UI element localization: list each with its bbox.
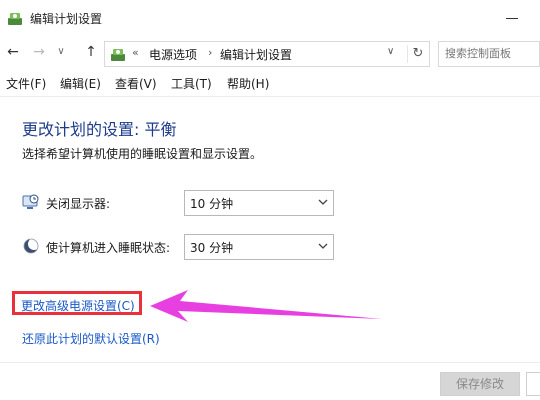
back-arrow-icon[interactable]: ← <box>4 43 22 61</box>
breadcrumb-separator-icon[interactable]: › <box>208 46 212 59</box>
cancel-button[interactable] <box>526 372 540 396</box>
menu-divider <box>0 96 540 97</box>
search-box[interactable] <box>438 41 540 67</box>
breadcrumb-power-options[interactable]: 电源选项 <box>149 46 197 63</box>
menu-tools[interactable]: 工具(T) <box>171 75 212 92</box>
menu-help[interactable]: 帮助(H) <box>227 75 269 92</box>
navigation-row: ← → ∨ ↑ « 电源选项 › 编辑计划设置 ∨ ↻ <box>0 36 540 70</box>
display-off-select[interactable]: 10 分钟 <box>184 190 334 216</box>
refresh-icon[interactable]: ↻ <box>407 45 428 63</box>
sleep-label: 使计算机进入睡眠状态: <box>46 241 171 255</box>
display-off-label: 关闭显示器: <box>46 197 111 211</box>
address-dropdown-icon[interactable]: ∨ <box>387 46 394 57</box>
minimize-button[interactable] <box>492 4 532 32</box>
menu-bar: 文件(F) 编辑(E) 查看(V) 工具(T) 帮助(H) <box>0 72 540 94</box>
save-changes-button[interactable]: 保存修改 <box>440 372 520 396</box>
annotation-arrow-icon <box>150 290 382 322</box>
sleep-select[interactable]: 30 分钟 <box>184 234 334 260</box>
overflow-chevron-icon[interactable]: « <box>132 46 139 59</box>
address-bar[interactable]: « 电源选项 › 编辑计划设置 ∨ ↻ <box>104 41 430 67</box>
footer-divider <box>0 362 540 363</box>
breadcrumb-edit-plan-settings[interactable]: 编辑计划设置 <box>220 46 292 63</box>
chevron-down-icon <box>318 243 328 249</box>
page-subtitle: 选择希望计算机使用的睡眠设置和显示设置。 <box>22 147 263 161</box>
restore-defaults-link[interactable]: 还原此计划的默认设置(R) <box>22 330 160 347</box>
search-input[interactable] <box>445 43 537 63</box>
menu-edit[interactable]: 编辑(E) <box>60 75 101 92</box>
moon-sleep-icon <box>23 238 40 254</box>
menu-file[interactable]: 文件(F) <box>6 75 46 92</box>
sleep-value: 30 分钟 <box>190 241 234 255</box>
forward-arrow-icon[interactable]: → <box>30 43 48 61</box>
recent-locations-chevron-icon[interactable]: ∨ <box>54 43 68 61</box>
control-panel-icon <box>111 49 125 61</box>
up-arrow-icon[interactable]: ↑ <box>82 43 100 61</box>
monitor-clock-icon <box>22 194 39 209</box>
display-off-value: 10 分钟 <box>190 197 234 211</box>
menu-view[interactable]: 查看(V) <box>115 75 157 92</box>
chevron-down-icon <box>318 199 328 205</box>
window-title: 编辑计划设置 <box>30 12 103 26</box>
annotation-highlight-box <box>12 291 142 315</box>
title-bar: 编辑计划设置 <box>0 0 540 36</box>
page-title: 更改计划的设置: 平衡 <box>22 120 177 139</box>
power-options-icon <box>8 13 22 25</box>
